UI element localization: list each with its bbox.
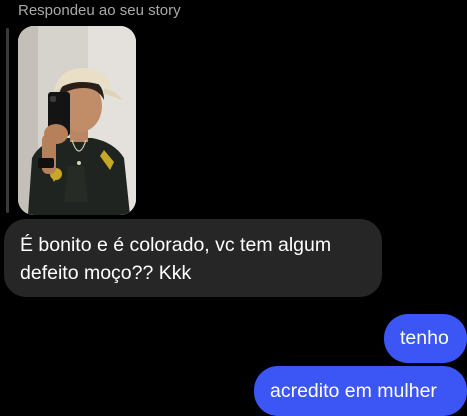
sent-message-bubble[interactable]: tenho (384, 314, 467, 363)
sent-message-bubble[interactable]: acredito em mulher (254, 366, 467, 416)
reply-indicator-bar (6, 28, 9, 213)
sent-message-text: tenho (400, 327, 449, 349)
received-message-bubble[interactable]: É bonito e é colorado, vc tem algum defe… (4, 219, 382, 297)
chat-screen: Respondeu ao seu story É bonito e é colo… (0, 0, 467, 416)
received-message-text: É bonito e é colorado, vc tem algum defe… (20, 234, 332, 284)
sent-message-text: acredito em mulher (270, 380, 437, 402)
story-thumbnail[interactable] (18, 26, 136, 215)
story-reply-caption: Respondeu ao seu story (18, 2, 181, 19)
story-photo (18, 26, 136, 215)
